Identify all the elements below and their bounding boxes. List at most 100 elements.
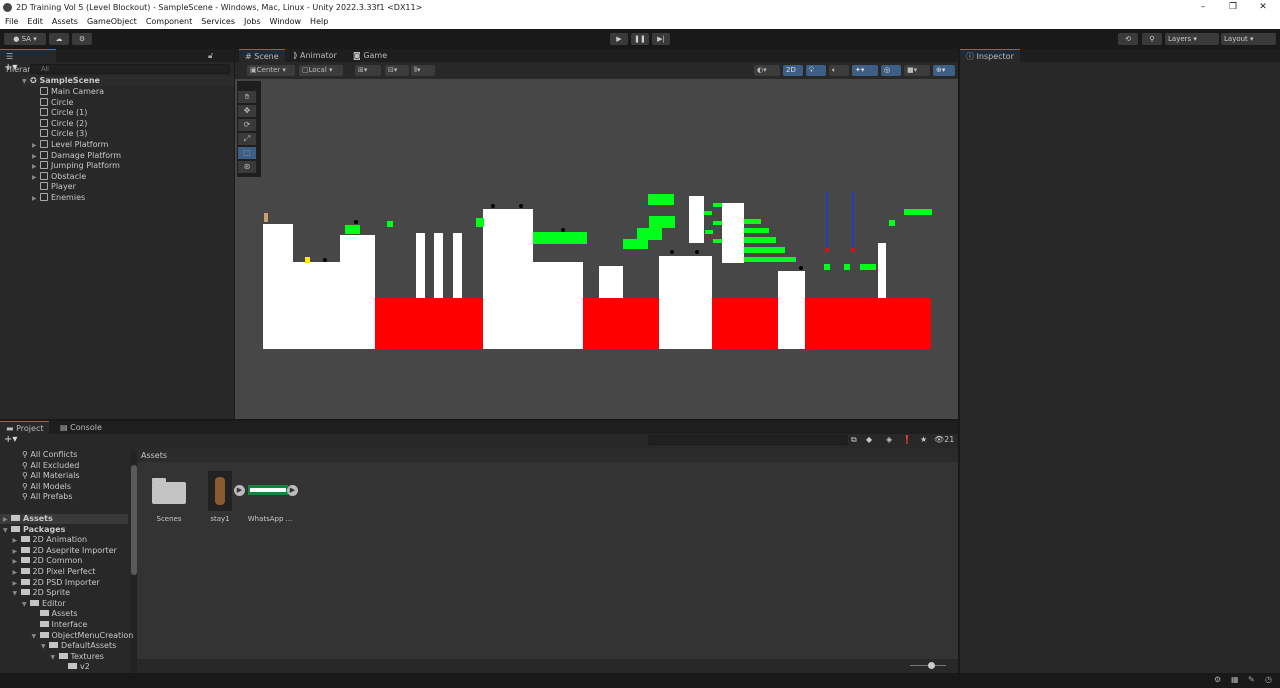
expand-arrow-icon[interactable]: ▶: [13, 579, 21, 589]
tab-hierarchy[interactable]: ☰ Hierarchy: [0, 49, 56, 74]
step-button[interactable]: ▶|: [652, 33, 670, 45]
search-icon[interactable]: ⚲: [1142, 33, 1162, 45]
level-platform[interactable]: [599, 266, 623, 299]
draw-mode-icon[interactable]: ◐▾: [754, 65, 780, 76]
effects-icon[interactable]: ✦▾: [852, 65, 878, 76]
hierarchy-search-input[interactable]: [30, 64, 230, 74]
tag-icon[interactable]: ◈: [886, 435, 892, 444]
jumping-platform[interactable]: [889, 220, 895, 226]
level-platform[interactable]: [778, 271, 805, 349]
project-tree-item[interactable]: ▶ 2D Pixel Perfect: [13, 567, 96, 577]
project-tree-item[interactable]: ▼ 2D Sprite: [13, 588, 71, 598]
play-button[interactable]: ▶: [610, 33, 628, 45]
project-tree-item[interactable]: ▼ Editor: [22, 599, 66, 609]
jumping-platform[interactable]: [844, 264, 850, 270]
project-tree-item[interactable]: ▼ Textures: [51, 652, 104, 662]
expand-arrow-icon[interactable]: ▼: [3, 526, 11, 536]
jumping-platform[interactable]: [713, 221, 722, 225]
project-search-input[interactable]: [648, 435, 848, 445]
project-tree-item[interactable]: ▶ 2D Aseprite Importer: [13, 546, 117, 556]
circle-obstacle[interactable]: [799, 266, 803, 270]
damage-platform[interactable]: [375, 298, 483, 349]
expand-arrow-icon[interactable]: ▶: [32, 173, 40, 183]
project-tree-item[interactable]: Assets: [32, 609, 78, 619]
filter-label-icon[interactable]: ◆: [866, 435, 872, 444]
hierarchy-item[interactable]: Circle: [32, 97, 73, 108]
hierarchy-item[interactable]: Circle (2): [32, 118, 87, 129]
pause-button[interactable]: ❚❚: [631, 33, 649, 45]
level-platform[interactable]: [340, 235, 375, 349]
account-button[interactable]: ● SA ▾: [4, 33, 46, 45]
menu-services[interactable]: Services: [201, 15, 235, 29]
asset-scenes[interactable]: [152, 478, 186, 504]
level-platform[interactable]: [453, 233, 462, 298]
expand-sprite-icon[interactable]: ▶: [234, 485, 245, 496]
hierarchy-item[interactable]: Circle (1): [32, 108, 87, 118]
menu-window[interactable]: Window: [270, 15, 302, 29]
favorite-search-item[interactable]: ⚲ All Models: [22, 482, 71, 492]
tab-scene[interactable]: # Scene: [239, 49, 285, 62]
debug-icon[interactable]: ✎: [1248, 675, 1255, 684]
tab-animator[interactable]: ⟫ Animator: [287, 49, 343, 62]
level-platform[interactable]: [263, 224, 293, 349]
increment-snap-icon[interactable]: ⫴▾: [411, 65, 435, 76]
jumping-platform[interactable]: [744, 247, 785, 253]
hierarchy-item[interactable]: ▶ Enemies: [32, 193, 85, 203]
enemy[interactable]: [825, 248, 829, 252]
jumping-platform[interactable]: [648, 194, 674, 205]
lighting-icon[interactable]: 💡︎: [806, 65, 826, 76]
enemy-patrol-line[interactable]: [826, 192, 828, 250]
circle-obstacle[interactable]: [695, 250, 699, 254]
hidden-packages-button[interactable]: 👁︎21: [934, 435, 954, 444]
project-tree-item[interactable]: ▶ 2D PSD Importer: [13, 578, 100, 588]
menu-jobs[interactable]: Jobs: [244, 15, 261, 29]
layers-dropdown[interactable]: Layers ▾: [1165, 33, 1219, 45]
hierarchy-item[interactable]: ▶ Obstacle: [32, 171, 86, 183]
project-tree-item[interactable]: v2: [60, 662, 90, 672]
jumping-platform[interactable]: [713, 239, 722, 243]
level-platform[interactable]: [533, 262, 583, 349]
damage-platform[interactable]: [805, 298, 931, 349]
damage-platform[interactable]: [712, 298, 778, 349]
minimize-button[interactable]: –: [1188, 0, 1218, 15]
filter-type-icon[interactable]: ⧉: [851, 435, 857, 445]
create-button[interactable]: +▾: [4, 434, 17, 445]
icon-size-slider[interactable]: [910, 662, 946, 669]
level-platform[interactable]: [293, 262, 340, 349]
tab-project[interactable]: ▬ Project: [0, 421, 50, 434]
project-tree-item[interactable]: ▶ 2D Animation: [13, 535, 88, 545]
lock-icon[interactable]: 🔓︎: [208, 51, 213, 61]
tab-game[interactable]: ◙ Game: [347, 49, 393, 62]
cloud-icon[interactable]: ☁: [49, 33, 69, 45]
jumping-platform[interactable]: [623, 239, 648, 249]
circle-obstacle[interactable]: [323, 258, 327, 262]
expand-arrow-icon[interactable]: ▼: [41, 642, 49, 652]
jumping-platform[interactable]: [345, 225, 360, 234]
layout-dropdown[interactable]: Layout ▾: [1221, 33, 1276, 45]
menu-assets[interactable]: Assets: [52, 15, 78, 29]
maximize-button[interactable]: ❐: [1218, 0, 1248, 15]
jumping-platform[interactable]: [744, 237, 776, 243]
hierarchy-item[interactable]: Player: [32, 182, 76, 192]
project-tree-item[interactable]: Interface: [32, 620, 87, 630]
asset-whatsapp-image[interactable]: [248, 485, 288, 495]
favorite-search-item[interactable]: ⚲ All Conflicts: [22, 450, 77, 460]
circle-obstacle[interactable]: [491, 204, 495, 208]
jumping-platform[interactable]: [824, 264, 830, 270]
project-tree-item[interactable]: ▼ Packages: [3, 525, 65, 535]
menu-edit[interactable]: Edit: [27, 15, 43, 29]
favorite-search-item[interactable]: ⚲ All Excluded: [22, 461, 79, 471]
project-tree-item[interactable]: ▶ 2D Common: [13, 556, 83, 566]
menu-component[interactable]: Component: [146, 15, 192, 29]
level-platform[interactable]: [434, 233, 443, 298]
cache-icon[interactable]: ▦: [1231, 675, 1239, 684]
jumping-platform[interactable]: [904, 209, 932, 215]
log-icon[interactable]: ❗: [902, 435, 912, 444]
jumping-platform[interactable]: [387, 221, 393, 227]
level-platform[interactable]: [722, 203, 744, 263]
tab-inspector[interactable]: ⓘ Inspector: [960, 49, 1020, 62]
level-platform[interactable]: [416, 233, 425, 298]
space-dropdown[interactable]: ▢Local ▾: [299, 65, 343, 76]
jumping-platform[interactable]: [744, 219, 761, 224]
progress-icon[interactable]: ⚙: [1214, 675, 1221, 684]
